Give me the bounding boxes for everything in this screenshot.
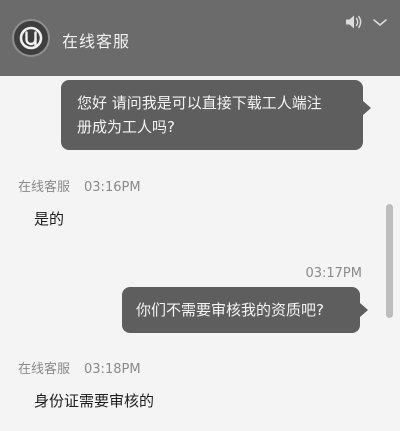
user-message-bubble: 您好 请问我是可以直接下载工人端注 册成为工人吗? (61, 80, 371, 150)
chat-title: 在线客服 (62, 32, 131, 51)
brand-logo-icon (12, 19, 50, 57)
message-time: 03:16PM (84, 180, 141, 195)
sender-name: 在线客服 (18, 180, 71, 195)
message-text-line: 册成为工人吗? (77, 118, 175, 136)
message-time: 03:17PM (305, 266, 362, 281)
volume-icon[interactable] (344, 12, 364, 36)
message-text: 你们不需要审核我的资质吧? (136, 301, 324, 319)
message-text-line: 您好 请问我是可以直接下载工人端注 (77, 94, 322, 112)
sender-name: 在线客服 (18, 362, 71, 377)
scrollbar-thumb[interactable] (386, 204, 393, 318)
chevron-down-icon[interactable] (370, 12, 390, 36)
user-message-bubble: 你们不需要审核我的资质吧? (122, 287, 368, 333)
chat-header: 在线客服 (0, 0, 400, 76)
chat-window: 在线客服 您好 请问我是可以直接下载工人端注 册成为工人吗? 在线客服 03:16 (0, 0, 400, 431)
agent-message-text: 是的 (34, 210, 65, 228)
agent-message-meta: 在线客服 03:18PM (18, 358, 141, 377)
agent-message-meta: 在线客服 03:16PM (18, 176, 141, 195)
message-list[interactable]: 您好 请问我是可以直接下载工人端注 册成为工人吗? 在线客服 03:16PM 是的… (0, 76, 400, 431)
agent-message-text: 身份证需要审核的 (34, 392, 155, 410)
header-controls (344, 12, 390, 32)
message-time: 03:18PM (84, 362, 141, 377)
